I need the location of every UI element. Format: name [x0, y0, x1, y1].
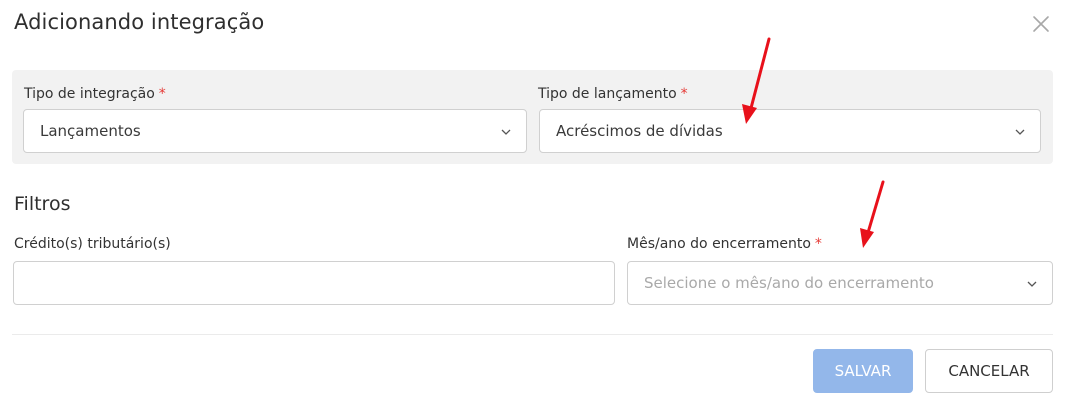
chevron-down-icon — [1015, 129, 1025, 135]
tipo-lancamento-select[interactable]: Acréscimos de dívidas — [539, 109, 1041, 153]
tipo-integracao-label-text: Tipo de integração — [24, 86, 155, 102]
filters-heading: Filtros — [14, 193, 71, 215]
cancel-button[interactable]: CANCELAR — [925, 349, 1053, 393]
annotation-arrows — [742, 37, 885, 248]
mes-ano-label-text: Mês/ano do encerramento — [627, 236, 811, 252]
save-button[interactable]: SALVAR — [813, 349, 913, 393]
annotation-arrow-icon — [860, 180, 885, 248]
chevron-down-icon — [1027, 281, 1037, 287]
tipo-integracao-value: Lançamentos — [40, 122, 141, 140]
required-marker: * — [158, 86, 166, 102]
mes-ano-select[interactable]: Selecione o mês/ano do encerramento — [627, 261, 1053, 305]
footer-divider — [12, 334, 1053, 335]
tipo-integracao-label: Tipo de integração * — [24, 86, 166, 102]
tipo-integracao-select[interactable]: Lançamentos — [23, 109, 527, 153]
dialog-title: Adicionando integração — [14, 10, 265, 34]
creditos-label: Crédito(s) tributário(s) — [14, 236, 171, 252]
mes-ano-placeholder: Selecione o mês/ano do encerramento — [644, 274, 934, 292]
close-icon[interactable] — [1030, 13, 1052, 35]
creditos-input[interactable] — [13, 261, 615, 305]
tipo-lancamento-value: Acréscimos de dívidas — [556, 122, 723, 140]
integration-panel: Tipo de integração * Lançamentos Tipo de … — [12, 70, 1053, 164]
required-marker: * — [814, 236, 822, 252]
mes-ano-label: Mês/ano do encerramento * — [627, 236, 822, 252]
chevron-down-icon — [501, 129, 511, 135]
tipo-lancamento-label: Tipo de lançamento * — [538, 86, 688, 102]
tipo-lancamento-label-text: Tipo de lançamento — [538, 86, 677, 102]
required-marker: * — [680, 86, 688, 102]
